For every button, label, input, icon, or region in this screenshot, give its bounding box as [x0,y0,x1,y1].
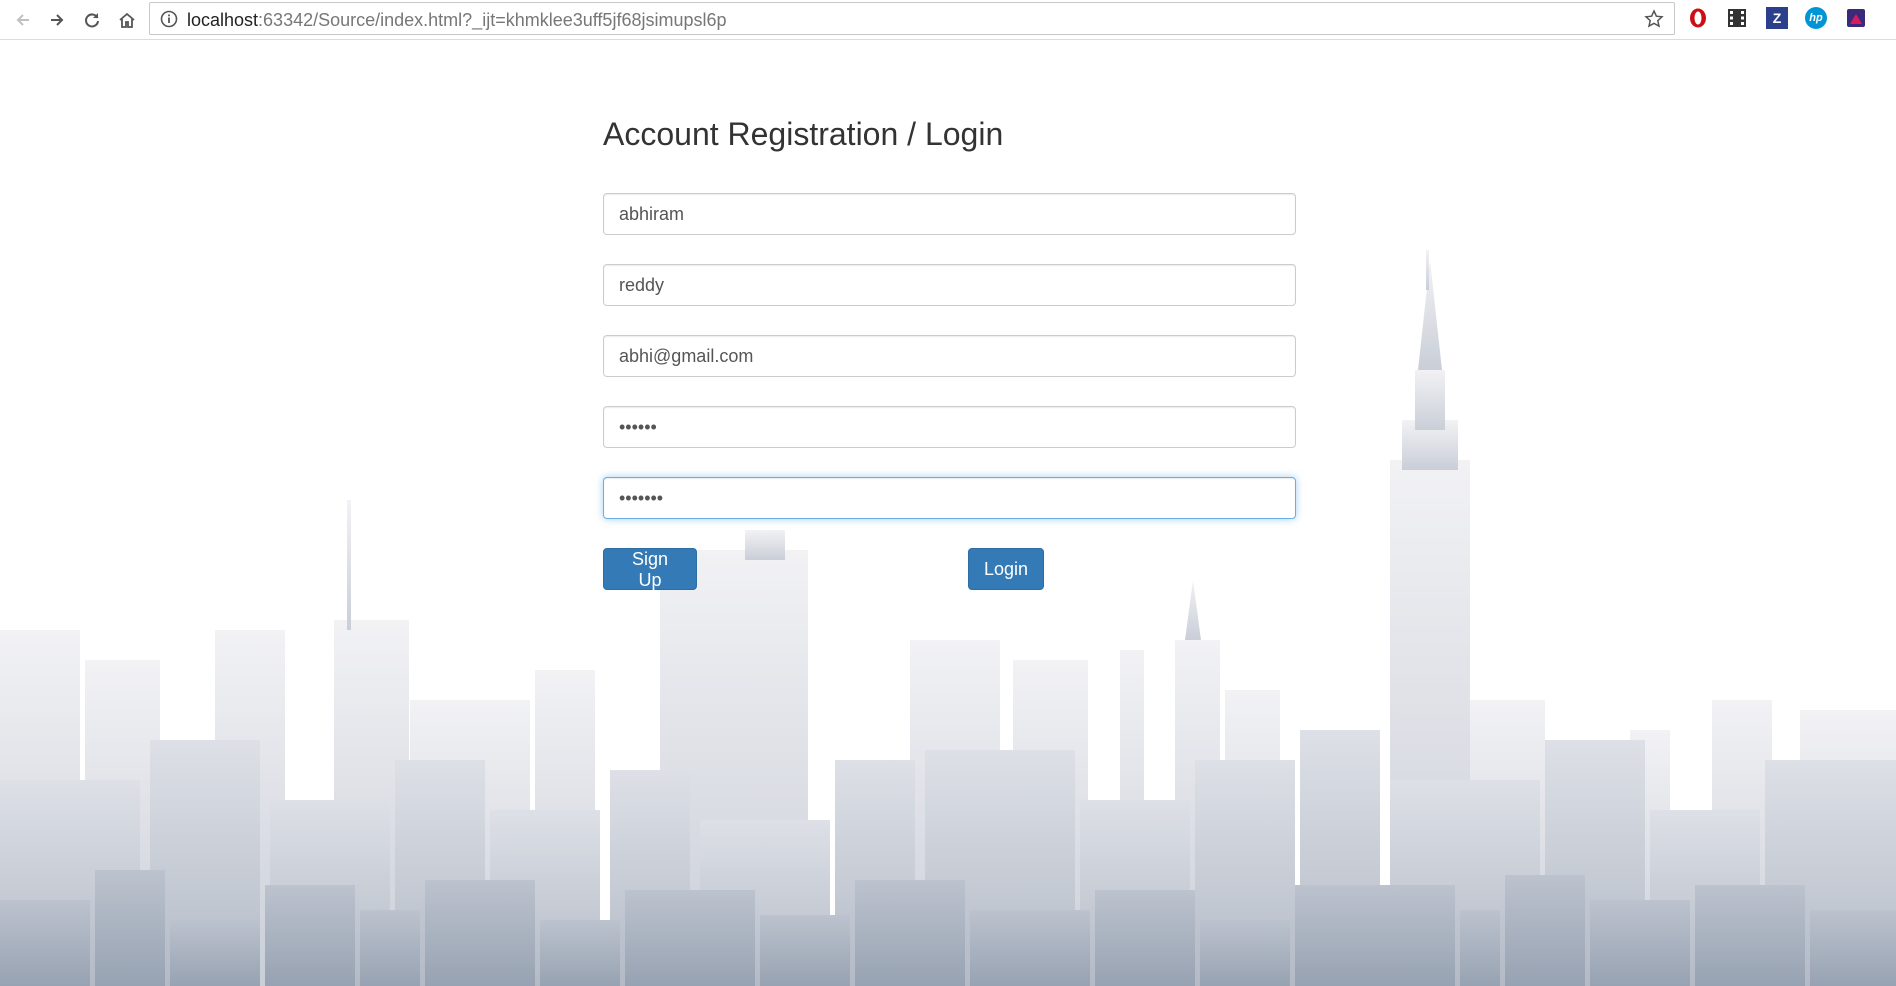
zotero-extension-icon[interactable]: Z [1766,7,1788,29]
sign-up-button[interactable]: Sign Up [603,548,697,590]
page-title: Account Registration / Login [603,116,1004,152]
profile-extension-icon[interactable] [1845,7,1867,29]
film-extension-icon[interactable] [1726,7,1748,29]
address-bar[interactable]: localhost:63342/Source/index.html?_ijt=k… [149,2,1675,35]
back-button[interactable] [8,5,38,35]
home-icon [119,12,135,28]
last-name-input[interactable] [603,264,1296,306]
forward-button[interactable] [42,5,72,35]
first-name-input[interactable] [603,193,1296,235]
url-path: :63342/Source/index.html?_ijt=khmklee3uf… [258,10,727,30]
login-button[interactable]: Login [968,548,1044,590]
hp-extension-icon[interactable]: hp [1805,7,1827,29]
bookmark-star-icon[interactable] [1644,9,1664,29]
opera-extension-icon[interactable] [1687,7,1709,29]
info-icon[interactable] [160,10,178,28]
url-text[interactable]: localhost:63342/Source/index.html?_ijt=k… [187,10,727,31]
reload-icon [85,13,99,28]
reload-button[interactable] [77,5,107,35]
back-icon [16,14,29,26]
url-host: localhost [187,10,259,30]
home-button[interactable] [112,5,142,35]
forward-icon [51,14,64,26]
confirm-password-input[interactable] [603,477,1296,519]
password-input[interactable] [603,406,1296,448]
browser-toolbar: localhost:63342/Source/index.html?_ijt=k… [0,0,1896,40]
email-input[interactable] [603,335,1296,377]
